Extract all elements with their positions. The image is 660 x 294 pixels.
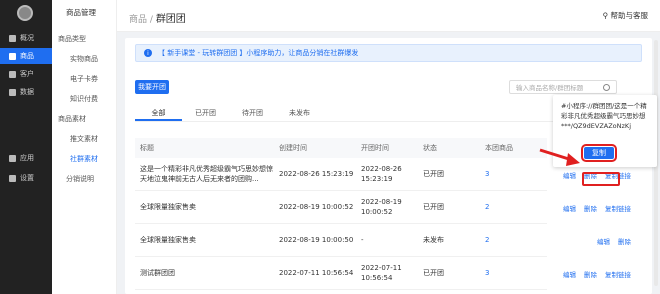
sidebar-item-group-material[interactable]: 社群素材: [70, 154, 98, 164]
row-status: 未发布: [423, 236, 444, 244]
row-status: 已开团: [423, 203, 444, 211]
secondary-title: 商品管理: [66, 8, 96, 17]
row-created: 2022-08-26 15:23:19: [279, 170, 354, 178]
table-row: 这是一个精彩非凡优秀超级霸气巧思妙想惊天地泣鬼神前无古人后无来者的团购... 2…: [135, 158, 547, 191]
secondary-sidebar: 商品管理 商品类型 实物商品 电子卡券 知识付费 商品素材 推文素材 社群素材 …: [52, 0, 117, 294]
gear-icon: [9, 174, 16, 182]
row-status: 已开团: [423, 170, 444, 178]
row-title: 测试群团团: [140, 269, 175, 277]
delete-link[interactable]: 删除: [584, 203, 597, 213]
table-header: 标题 创建时间 开团时间 状态 本团商品: [135, 138, 547, 158]
row-goods-count[interactable]: 2: [479, 236, 547, 244]
table-row: 全球限量独家售卖 2022-08-19 10:00:50 - 未发布 2: [135, 224, 547, 257]
row-created: 2022-08-19 10:00:52: [279, 203, 354, 211]
tab-opened[interactable]: 已开团: [182, 106, 229, 121]
row-status: 已开团: [423, 269, 444, 277]
primary-sidebar: 概况 商品 客户 数据 应用 设置: [0, 0, 52, 294]
sidebar-item-post-material[interactable]: 推文素材: [70, 134, 98, 144]
highlight-box: [582, 172, 620, 186]
nav-apps[interactable]: 应用: [0, 150, 52, 166]
grid-icon: [9, 154, 16, 162]
avatar[interactable]: [17, 5, 33, 21]
info-icon: i: [144, 49, 152, 57]
tab-all[interactable]: 全部: [135, 106, 182, 121]
row-title: 这是一个精彩非凡优秀超级霸气巧思妙想惊天地泣鬼神前无古人后无来者的团购...: [140, 165, 273, 183]
delete-link[interactable]: 删除: [618, 236, 631, 246]
nav-goods[interactable]: 商品: [0, 48, 52, 64]
row-goods-count[interactable]: 3: [479, 170, 547, 178]
copy-button[interactable]: 复制: [581, 144, 617, 162]
edit-link[interactable]: 编辑: [597, 236, 610, 246]
sidebar-item-knowledge[interactable]: 知识付费: [70, 94, 98, 104]
actions-row: 编辑 删除 复制链接: [547, 257, 637, 290]
sidebar-item-physical[interactable]: 实物商品: [70, 54, 98, 64]
row-title: 全球限量独家售卖: [140, 203, 196, 211]
search-input[interactable]: 输入商品名称/群团标题: [509, 80, 617, 94]
user-icon: [9, 70, 16, 78]
row-goods-count[interactable]: 3: [479, 269, 547, 277]
actions-row: 编辑 删除 复制链接: [547, 191, 637, 224]
tab-pending[interactable]: 待开团: [229, 106, 276, 121]
search-icon[interactable]: [603, 84, 610, 91]
sidebar-item-distribution[interactable]: 分销说明: [66, 174, 94, 184]
edit-link[interactable]: 编辑: [563, 170, 576, 180]
row-goods-count[interactable]: 2: [479, 203, 547, 211]
col-title: 标题: [140, 144, 154, 152]
app-window: 概况 商品 客户 数据 应用 设置 商品管理 商品类型 实物商品 电子卡券 知识…: [0, 0, 660, 294]
top-header: 商品 / 群团团 ⚲ 帮助与客服: [117, 0, 660, 32]
tab-unpublished[interactable]: 未发布: [276, 106, 323, 121]
table-row: 测试群团团 2022-07-11 10:56:54 2022-07-11 10:…: [135, 257, 547, 290]
copy-link[interactable]: 复制链接: [605, 269, 631, 279]
nav-data[interactable]: 数据: [0, 84, 52, 100]
group-table: 标题 创建时间 开团时间 状态 本团商品 这是一个精彩非凡优秀超级霸气巧思妙想惊…: [135, 138, 547, 290]
row-opened: 2022-08-26 15:23:19: [361, 165, 402, 183]
row-opened: -: [361, 236, 364, 244]
page-title: 群团团: [155, 14, 186, 25]
col-status: 状态: [423, 144, 437, 152]
tutorial-banner[interactable]: i 【 新手课堂 - 玩转群团团 】小程序助力，让商品分销在社群爆发: [135, 44, 642, 62]
group-goods-type[interactable]: 商品类型: [58, 34, 86, 44]
col-goods: 本团商品: [485, 144, 513, 152]
popover-text: #小程序://群团团/这是一个精彩非凡优秀超级霸气巧思妙想***/QZ9dEVZ…: [561, 102, 647, 130]
bag-icon: [9, 52, 16, 60]
group-materials[interactable]: 商品素材: [58, 114, 86, 124]
breadcrumb-separator: /: [149, 15, 153, 25]
breadcrumb: 商品 / 群团团: [129, 10, 186, 25]
nav-overview[interactable]: 概况: [0, 30, 52, 46]
row-created: 2022-07-11 10:56:54: [279, 269, 354, 277]
edit-link[interactable]: 编辑: [563, 269, 576, 279]
open-group-button[interactable]: 我要开团: [135, 80, 169, 94]
row-title: 全球限量独家售卖: [140, 236, 196, 244]
col-opened: 开团时间: [361, 144, 389, 152]
sidebar-item-ecard[interactable]: 电子卡券: [70, 74, 98, 84]
chart-icon: [9, 88, 16, 96]
copy-link[interactable]: 复制链接: [605, 203, 631, 213]
edit-link[interactable]: 编辑: [563, 203, 576, 213]
help-link[interactable]: ⚲ 帮助与客服: [603, 10, 648, 21]
row-created: 2022-08-19 10:00:50: [279, 236, 354, 244]
row-opened: 2022-07-11 10:56:54: [361, 264, 402, 282]
table-row: 全球限量独家售卖 2022-08-19 10:00:52 2022-08-19 …: [135, 191, 547, 224]
delete-link[interactable]: 删除: [584, 269, 597, 279]
monitor-icon: [9, 34, 16, 42]
row-opened: 2022-08-19 10:00:52: [361, 198, 402, 216]
col-created: 创建时间: [279, 144, 307, 152]
breadcrumb-parent[interactable]: 商品: [129, 15, 147, 25]
actions-row: 编辑 删除: [547, 224, 637, 257]
nav-settings[interactable]: 设置: [0, 170, 52, 186]
nav-customers[interactable]: 客户: [0, 66, 52, 82]
